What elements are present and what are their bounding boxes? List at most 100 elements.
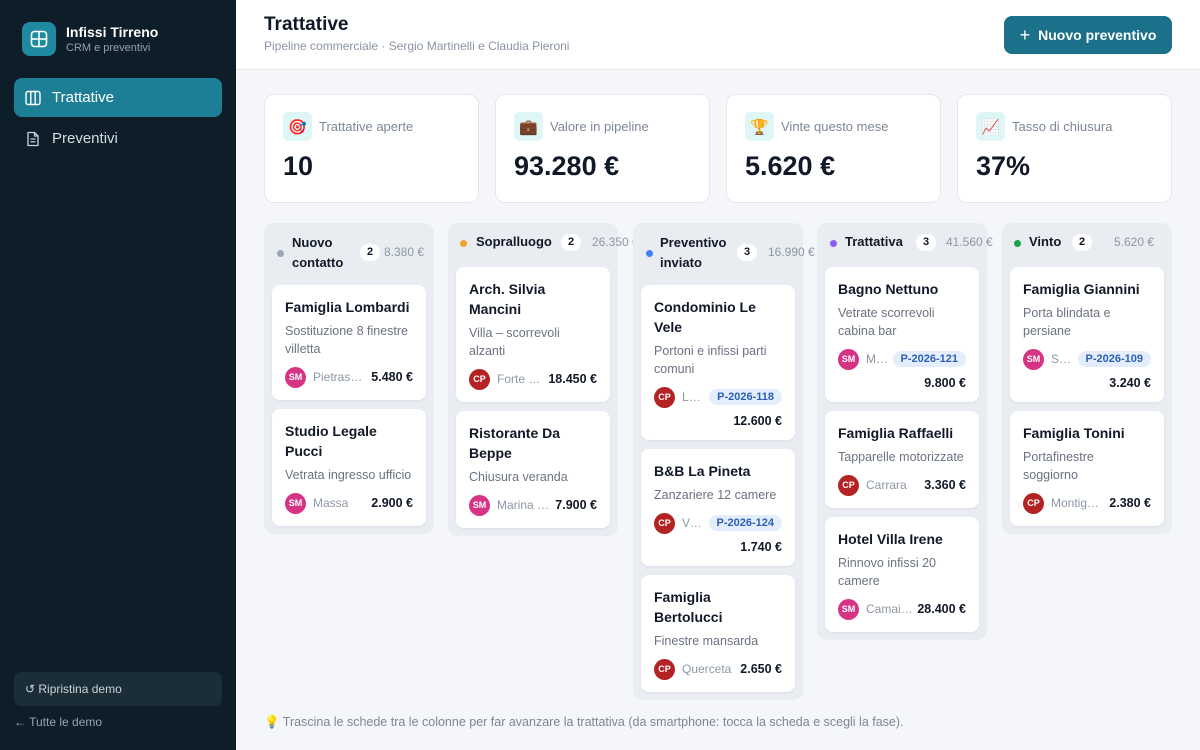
deal-location: Carrara <box>866 478 907 492</box>
avatar: SM <box>469 494 490 516</box>
deal-amount: 3.240 € <box>1109 376 1151 390</box>
deal-title: Famiglia Bertolucci <box>654 589 723 625</box>
columns-icon <box>24 89 42 107</box>
deal-card[interactable]: Hotel Villa Irene Rinnovo infissi 20 cam… <box>825 517 979 632</box>
deal-card[interactable]: B&B La Pineta Zanzariere 12 camere CP Vi… <box>641 449 795 566</box>
stage-dot <box>1014 240 1021 247</box>
column-title: Sopralluogo <box>476 234 552 249</box>
stat-card-pipeline-value: 💼 Valore in pipeline 93.280 € <box>495 94 710 203</box>
page-subtitle: Pipeline commerciale · Sergio Martinelli… <box>264 39 570 53</box>
sidebar-item-trattative[interactable]: Trattative <box>14 78 222 117</box>
deal-card[interactable]: Famiglia Tonini Portafinestre soggiorno … <box>1010 411 1164 526</box>
deal-card[interactable]: Famiglia Lombardi Sostituzione 8 finestr… <box>272 285 426 400</box>
deal-card[interactable]: Famiglia Bertolucci Finestre mansarda CP… <box>641 575 795 692</box>
deal-card[interactable]: Bagno Nettuno Vetrate scorrevoli cabina … <box>825 267 979 402</box>
avatar: SM <box>1023 348 1044 370</box>
column-header: Nuovo contatto 2 8.380 € <box>272 223 426 285</box>
stat-value: 93.280 € <box>514 151 620 181</box>
deal-description: Vetrata ingresso ufficio <box>285 468 412 482</box>
deal-description: Vetrate scorrevoli cabina bar <box>838 306 935 338</box>
column-header: Preventivo inviato 3 16.990 € <box>641 223 815 285</box>
column-sum: 16.990 € <box>768 245 815 259</box>
column-nuovo-contatto: Nuovo contatto 2 8.380 € Famiglia Lombar… <box>264 223 434 534</box>
avatar: SM <box>838 598 859 620</box>
avatar: SM <box>285 492 306 514</box>
deal-title: B&B La Pineta <box>654 463 751 479</box>
deal-location: Forte dei Marmi <box>497 372 545 386</box>
deal-amount: 28.400 € <box>917 602 966 616</box>
sidebar-item-label: Preventivi <box>52 130 118 147</box>
page-header: Trattative Pipeline commerciale · Sergio… <box>236 0 1200 70</box>
deal-description: Rinnovo infissi 20 camere <box>838 556 936 588</box>
document-icon <box>24 130 42 148</box>
deal-description: Sostituzione 8 finestre villetta <box>285 324 408 356</box>
brand-subtitle: CRM e preventivi <box>66 41 151 54</box>
stats-row: 🎯 Trattative aperte 10 💼 Valore in pipel… <box>264 94 1172 203</box>
quote-tag[interactable]: P-2026-118 <box>709 389 782 405</box>
deal-location: Seravezza <box>1051 352 1072 366</box>
quote-tag[interactable]: P-2026-109 <box>1077 351 1151 367</box>
deal-description: Porta blindata e persiane <box>1023 306 1111 338</box>
column-title: Vinto <box>1029 234 1062 249</box>
reset-demo-button[interactable]: ↺ Ripristina demo <box>14 672 222 706</box>
deal-title: Ristorante Da Beppe <box>469 425 561 461</box>
deal-amount: 1.740 € <box>740 540 782 554</box>
drag-hint: 💡 Trascina le schede tra le colonne per … <box>264 715 904 729</box>
deal-amount: 3.360 € <box>924 478 966 492</box>
deal-amount: 12.600 € <box>733 414 782 428</box>
column-count: 3 <box>737 244 757 261</box>
stat-card-won-month: 🏆 Vinte questo mese 5.620 € <box>726 94 941 203</box>
deal-description: Finestre mansarda <box>654 634 759 648</box>
column-sopralluogo: Sopralluogo 2 26.350 € Arch. Silvia Manc… <box>448 223 639 536</box>
deal-card[interactable]: Ristorante Da Beppe Chiusura veranda SM … <box>456 411 610 528</box>
deal-description: Zanzariere 12 camere <box>654 488 777 502</box>
stat-value: 10 <box>283 151 314 181</box>
quote-tag[interactable]: P-2026-124 <box>708 515 782 531</box>
deal-card[interactable]: Studio Legale Pucci Vetrata ingresso uff… <box>272 409 426 526</box>
deal-card[interactable]: Condominio Le Vele Portoni e infissi par… <box>641 285 795 440</box>
column-count: 2 <box>561 234 581 251</box>
target-icon: 🎯 <box>283 112 312 141</box>
column-count: 2 <box>1072 234 1092 251</box>
deal-location: Montignoso <box>1051 496 1105 510</box>
plus-icon: + <box>1019 24 1031 45</box>
sidebar: Infissi Tirreno CRM e preventivi Trattat… <box>0 0 236 750</box>
new-quote-label: Nuovo preventivo <box>1038 27 1157 43</box>
deal-title: Famiglia Raffaelli <box>838 425 954 441</box>
brand-name: Infissi Tirreno <box>66 23 159 40</box>
column-sum: 26.350 € <box>592 235 639 249</box>
column-title: Nuovo contatto <box>292 235 344 270</box>
avatar: SM <box>838 348 859 370</box>
deal-location: Querceta <box>682 662 732 676</box>
stat-label: Valore in pipeline <box>550 119 649 134</box>
deal-card[interactable]: Famiglia Raffaelli Tapparelle motorizzat… <box>825 411 979 508</box>
deal-title: Famiglia Giannini <box>1023 281 1140 297</box>
column-sum: 41.560 € <box>946 235 993 249</box>
column-header: Vinto 2 5.620 € <box>1010 223 1164 267</box>
stat-value: 37% <box>976 151 1031 181</box>
all-demos-link[interactable]: ← Tutte le demo <box>14 715 102 729</box>
stat-label: Trattative aperte <box>319 119 414 134</box>
quote-tag[interactable]: P-2026-121 <box>892 351 966 367</box>
deal-card[interactable]: Arch. Silvia Mancini Villa – scorrevoli … <box>456 267 610 402</box>
page-title: Trattative <box>264 14 349 35</box>
deal-amount: 2.650 € <box>740 662 782 676</box>
deal-title: Hotel Villa Irene <box>838 531 943 547</box>
deal-card[interactable]: Famiglia Giannini Porta blindata e persi… <box>1010 267 1164 402</box>
stat-card-open-deals: 🎯 Trattative aperte 10 <box>264 94 479 203</box>
sidebar-item-preventivi[interactable]: Preventivi <box>14 119 222 158</box>
stage-dot <box>830 240 837 247</box>
column-header: Sopralluogo 2 26.350 € <box>456 223 639 267</box>
avatar: CP <box>654 512 675 534</box>
stage-dot <box>646 250 653 257</box>
deal-description: Portafinestre soggiorno <box>1023 450 1094 482</box>
deal-location: Viareggio <box>682 516 703 530</box>
avatar: CP <box>469 368 490 390</box>
grid-logo-icon <box>22 22 56 56</box>
deal-description: Portoni e infissi parti comuni <box>654 344 767 376</box>
avatar: CP <box>654 658 675 680</box>
deal-amount: 2.900 € <box>371 496 413 510</box>
deal-amount: 7.900 € <box>555 498 597 512</box>
briefcase-icon: 💼 <box>514 112 543 141</box>
new-quote-button[interactable]: + Nuovo preventivo <box>1004 16 1172 54</box>
